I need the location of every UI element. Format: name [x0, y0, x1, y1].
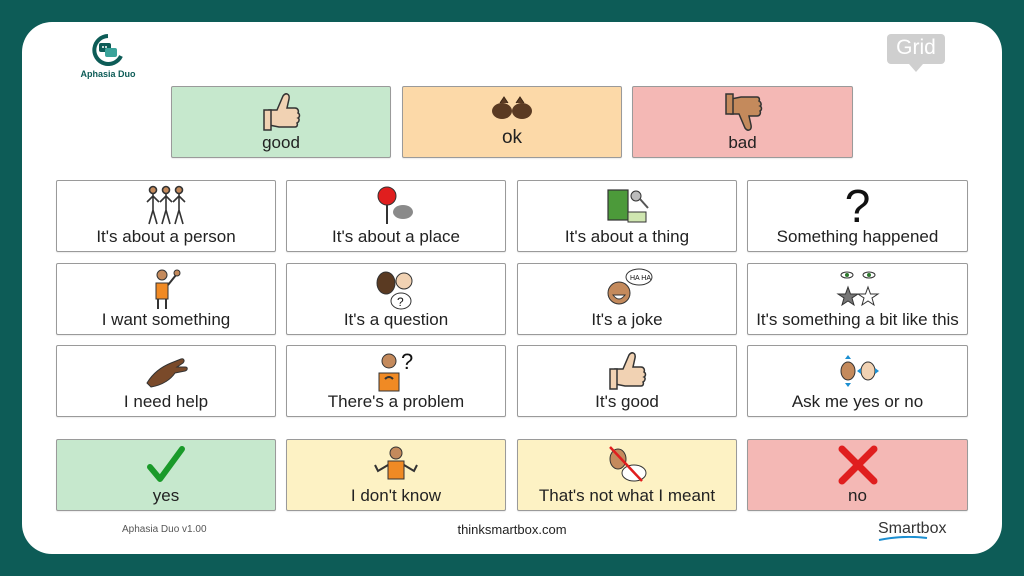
bad-label: bad [728, 133, 757, 152]
cross-icon [748, 442, 967, 488]
its-good-label: It's good [595, 392, 659, 411]
raised-hand-person-icon [57, 266, 275, 312]
ok-hand-icon [403, 91, 621, 125]
yes-cell[interactable]: yes [56, 439, 276, 511]
speech-bubbles-logo-icon [92, 34, 123, 66]
joke-cell[interactable]: HA HA It's a joke [517, 263, 737, 335]
problem-person-icon: ? [287, 348, 505, 394]
check-icon [57, 442, 275, 488]
eyes-stars-icon [748, 266, 967, 312]
question-label: It's a question [343, 310, 449, 329]
no-label: no [848, 486, 867, 505]
website-link[interactable]: thinksmartbox.com [362, 522, 662, 537]
bit-like-this-label: It's something a bit like this [756, 310, 959, 329]
smartbox-logo: Smartbox [878, 520, 946, 542]
good-cell[interactable]: good [171, 86, 391, 158]
not-meant-icon [518, 442, 736, 488]
nod-shake-icon [748, 348, 967, 394]
person-cell[interactable]: It's about a person [56, 180, 276, 252]
thing-label: It's about a thing [564, 227, 690, 246]
not-meant-label: That's not what I meant [538, 486, 716, 505]
yes-or-no-label: Ask me yes or no [791, 392, 924, 411]
question-cell[interactable]: ? It's a question [286, 263, 506, 335]
problem-cell[interactable]: ? There's a problem [286, 345, 506, 417]
yes-or-no-cell[interactable]: Ask me yes or no [747, 345, 968, 417]
main-panel: Aphasia Duo Grid good ok bad It's about … [22, 22, 1002, 554]
svg-text:?: ? [401, 349, 413, 374]
aphasia-duo-logo: Aphasia Duo [78, 34, 138, 79]
smartbox-logo-text: Smartbox [878, 520, 947, 537]
no-cell[interactable]: no [747, 439, 968, 511]
bad-cell[interactable]: bad [632, 86, 853, 158]
dont-know-cell[interactable]: I don't know [286, 439, 506, 511]
want-something-label: I want something [101, 310, 231, 329]
place-cell[interactable]: It's about a place [286, 180, 506, 252]
dont-know-label: I don't know [350, 486, 442, 505]
objects-icon [518, 183, 736, 229]
bit-like-this-cell[interactable]: It's something a bit like this [747, 263, 968, 335]
its-good-cell[interactable]: It's good [517, 345, 737, 417]
need-help-cell[interactable]: I need help [56, 345, 276, 417]
thing-cell[interactable]: It's about a thing [517, 180, 737, 252]
version-text: Aphasia Duo v1.00 [122, 524, 207, 535]
grid-logo: Grid [887, 34, 945, 74]
something-happened-cell[interactable]: ? Something happened [747, 180, 968, 252]
map-pin-icon [287, 183, 505, 229]
svg-text:?: ? [397, 295, 404, 309]
app-name: Aphasia Duo [80, 69, 136, 79]
question-faces-icon: ? [287, 266, 505, 312]
joke-label: It's a joke [591, 310, 663, 329]
thumbs-up-icon [518, 348, 736, 394]
question-mark-icon: ? [844, 180, 871, 232]
good-label: good [262, 133, 300, 152]
person-label: It's about a person [96, 227, 236, 246]
people-icon [57, 183, 275, 229]
help-hand-icon [57, 348, 275, 394]
thumbs-up-icon [172, 89, 390, 135]
not-meant-cell[interactable]: That's not what I meant [517, 439, 737, 511]
yes-label: yes [152, 486, 180, 505]
ok-label: ok [501, 127, 523, 148]
laughing-face-icon: HA HA [518, 266, 736, 312]
thumbs-down-icon [633, 89, 852, 135]
grid-logo-text: Grid [896, 36, 936, 59]
need-help-label: I need help [123, 392, 209, 411]
problem-label: There's a problem [327, 392, 465, 411]
want-something-cell[interactable]: I want something [56, 263, 276, 335]
shrug-icon [287, 442, 505, 488]
place-label: It's about a place [332, 227, 460, 246]
ok-cell[interactable]: ok [402, 86, 622, 158]
joke-bubble-text: HA HA [630, 275, 651, 282]
